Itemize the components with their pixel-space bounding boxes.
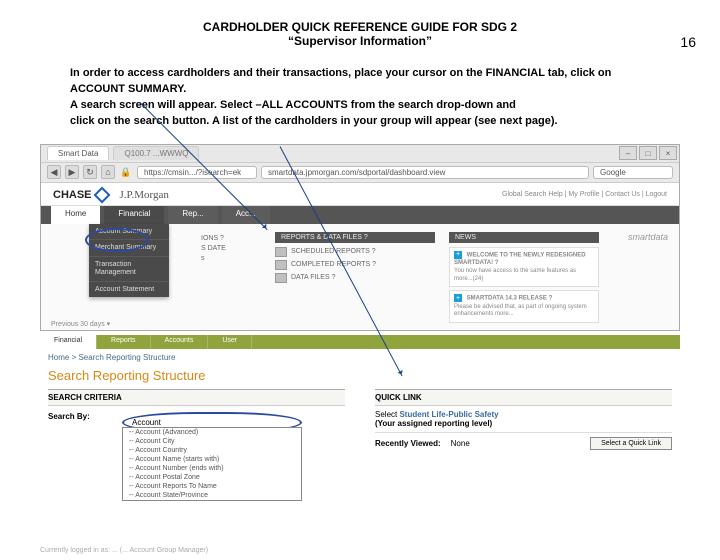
nav-reload-icon[interactable]: ↻ <box>83 165 97 179</box>
browser-window-top: Smart Data Q100.7 ...WWWQ – □ × ◀ ▶ ↻ ⌂ … <box>40 144 680 331</box>
news-header: NEWS <box>449 232 599 243</box>
window-close-icon[interactable]: × <box>659 146 677 160</box>
news-title: SMARTDATA 14.3 RELEASE ? <box>467 296 553 302</box>
tab-reports[interactable]: Rep... <box>168 206 217 224</box>
reports-panel: REPORTS & DATA FILES ? SCHEDULED REPORTS… <box>275 232 435 330</box>
plus-icon: + <box>454 251 462 259</box>
nav-forward-icon[interactable]: ▶ <box>65 165 79 179</box>
dropdown-option[interactable]: -- Account City <box>123 437 301 446</box>
news-body: Please be advised that, as part of ongoi… <box>454 304 587 318</box>
footer-login-info: Currently logged in as: ... (... Account… <box>40 547 208 554</box>
completed-reports-link[interactable]: COMPLETED REPORTS ? <box>291 261 376 268</box>
browser-search-input[interactable]: Google <box>593 166 673 179</box>
chase-logo: CHASE <box>53 189 108 201</box>
quick-link-panel: QUICK LINK Select Student Life-Public Sa… <box>375 389 672 507</box>
news-item[interactable]: + WELCOME TO THE NEWLY REDESIGNED SMARTD… <box>449 247 599 288</box>
url-input[interactable]: smartdata.jpmorgan.com/sdportal/dashboar… <box>261 166 589 179</box>
window-maximize-icon[interactable]: □ <box>639 146 657 160</box>
news-body: You now have access to the same features… <box>454 268 576 282</box>
breadcrumb[interactable]: Home > Search Reporting Structure <box>40 349 680 366</box>
search-criteria-panel: SEARCH CRITERIA Search By: Account -- Ac… <box>48 389 345 507</box>
page-number: 16 <box>680 34 696 50</box>
instruction-block: In order to access cardholders and their… <box>0 66 720 130</box>
menu-account-statement[interactable]: Account Statement <box>89 281 169 298</box>
menu-transaction-mgmt[interactable]: Transaction Management <box>89 256 169 280</box>
browser-tab-bar: Smart Data Q100.7 ...WWWQ – □ × <box>41 145 679 163</box>
ql-sub-label: (Your assigned reporting level) <box>375 419 672 428</box>
instruction-line: A search screen will appear. Select –ALL… <box>70 98 650 114</box>
plus-icon: + <box>454 294 462 302</box>
fragment-text: s <box>201 255 205 262</box>
window-minimize-icon[interactable]: – <box>619 146 637 160</box>
select-quick-link-button[interactable]: Select a Quick Link <box>590 437 672 450</box>
doc-subtitle: “Supervisor Information” <box>0 34 720 48</box>
ql-link[interactable]: Student Life-Public Safety <box>399 410 498 419</box>
main-nav: Home Financial Rep... Acc... <box>41 206 679 224</box>
quick-link-header: QUICK LINK <box>375 389 672 406</box>
site-header: CHASE J.P.Morgan Global Search Help | My… <box>41 183 679 206</box>
annotation-circle-account-summary <box>85 228 149 252</box>
dropdown-option[interactable]: -- Account Name (starts with) <box>123 455 301 464</box>
browser-tab-active[interactable]: Smart Data <box>47 146 109 160</box>
smartdata-brand: smartdata <box>628 232 668 242</box>
jpmorgan-logo: J.P.Morgan <box>120 189 169 201</box>
fragment-text: IONS ? <box>201 235 224 242</box>
instruction-line: ACCOUNT SUMMARY. <box>70 82 650 98</box>
search-by-dropdown[interactable]: Account -- Account (Advanced) -- Account… <box>122 412 302 501</box>
chase-logo-text: CHASE <box>53 189 92 201</box>
news-title: WELCOME TO THE NEWLY REDESIGNED SMARTDAT… <box>454 252 586 266</box>
lock-icon: 🔒 <box>119 165 133 179</box>
search-by-label: Search By: <box>48 412 116 421</box>
ql-select-text: Select <box>375 410 399 419</box>
report-icon <box>275 247 287 257</box>
dropdown-option[interactable]: -- Account (Advanced) <box>123 428 301 437</box>
fragment-text: S DATE <box>201 245 226 252</box>
dropdown-option[interactable]: -- Account Reports To Name <box>123 482 301 491</box>
address-bar: ◀ ▶ ↻ ⌂ 🔒 https://cmsin.../?isearch=ek s… <box>41 163 679 183</box>
report-icon <box>275 273 287 283</box>
dropdown-option[interactable]: -- Account Country <box>123 446 301 455</box>
tab-user[interactable]: User <box>208 335 252 349</box>
chase-octagon-icon <box>93 186 110 203</box>
dropdown-options: -- Account (Advanced) -- Account City --… <box>122 427 302 501</box>
report-icon <box>275 260 287 270</box>
nav-back-icon[interactable]: ◀ <box>47 165 61 179</box>
page-title: Search Reporting Structure <box>40 366 680 389</box>
dropdown-option[interactable]: -- Account Postal Zone <box>123 473 301 482</box>
nav-home-icon[interactable]: ⌂ <box>101 165 115 179</box>
tab-home[interactable]: Home <box>51 206 100 224</box>
recently-viewed-value: None <box>451 439 470 448</box>
tab-financial[interactable]: Financial <box>40 335 97 349</box>
url-left[interactable]: https://cmsin.../?isearch=ek <box>137 166 257 179</box>
search-criteria-header: SEARCH CRITERIA <box>48 389 345 406</box>
dropdown-option[interactable]: -- Account State/Province <box>123 491 301 500</box>
tab-financial[interactable]: Financial <box>104 206 164 224</box>
tab-accounts[interactable]: Accounts <box>151 335 209 349</box>
news-panel: NEWS + WELCOME TO THE NEWLY REDESIGNED S… <box>449 232 599 330</box>
previous-30-days[interactable]: Previous 30 days ▾ <box>51 320 110 328</box>
news-item[interactable]: + SMARTDATA 14.3 RELEASE ? Please be adv… <box>449 290 599 323</box>
header-links[interactable]: Global Search Help | My Profile | Contac… <box>502 191 667 198</box>
instruction-line: In order to access cardholders and their… <box>70 66 650 82</box>
recently-viewed-label: Recently Viewed: <box>375 439 441 448</box>
instruction-line: click on the search button. A list of th… <box>70 114 650 130</box>
dashboard-content: Account Summary Merchant Summary Transac… <box>41 224 679 330</box>
tab-reports[interactable]: Reports <box>97 335 151 349</box>
browser-window-bottom: Financial Reports Accounts User Home > S… <box>40 335 680 507</box>
lower-nav: Financial Reports Accounts User <box>40 335 680 349</box>
doc-title: CARDHOLDER QUICK REFERENCE GUIDE FOR SDG… <box>0 20 720 34</box>
reports-header: REPORTS & DATA FILES ? <box>275 232 435 243</box>
dropdown-option[interactable]: -- Account Number (ends with) <box>123 464 301 473</box>
data-files-link[interactable]: DATA FILES ? <box>291 274 335 281</box>
left-panel-fragment: IONS ? S DATE s <box>201 232 261 330</box>
